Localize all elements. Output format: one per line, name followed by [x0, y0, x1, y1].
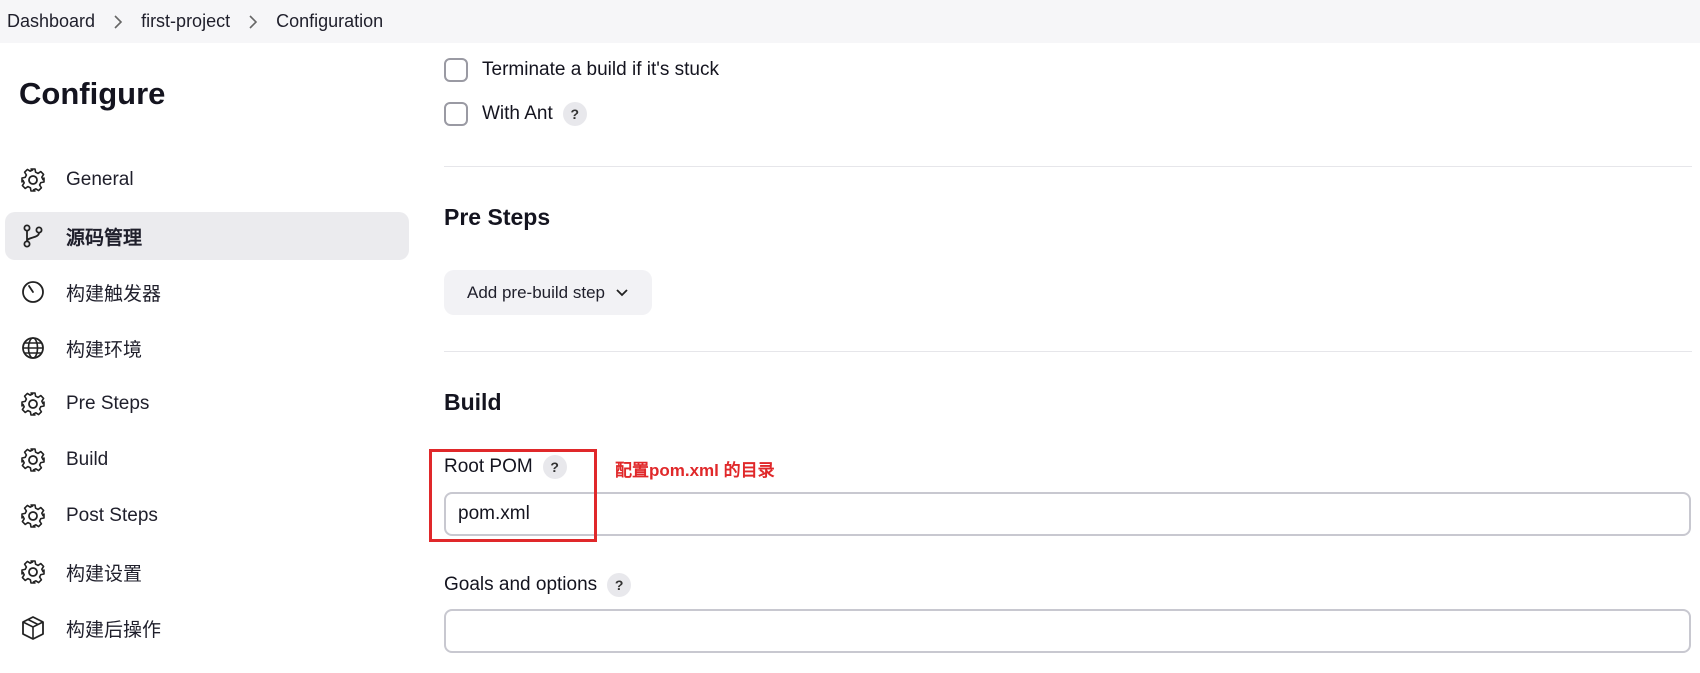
- sidebar-item-label: Build: [66, 449, 109, 470]
- sidebar-item-post-build-actions[interactable]: 构建后操作: [5, 604, 409, 652]
- with-ant-option: With Ant ?: [444, 102, 587, 126]
- sidebar-item-build-settings[interactable]: 构建设置: [5, 548, 409, 596]
- annotation-highlight-box: [429, 449, 597, 542]
- terminate-stuck-label: Terminate a build if it's stuck: [482, 59, 719, 80]
- breadcrumb-dashboard[interactable]: Dashboard: [7, 11, 95, 32]
- sidebar-item-pre-steps[interactable]: Pre Steps: [5, 380, 409, 428]
- timer-icon: [19, 278, 47, 306]
- divider: [444, 351, 1692, 352]
- sidebar-item-build-triggers[interactable]: 构建触发器: [5, 268, 409, 316]
- sidebar-item-label: 构建环境: [66, 339, 143, 361]
- with-ant-checkbox[interactable]: [444, 102, 468, 126]
- chevron-right-icon: [113, 14, 123, 30]
- goals-input[interactable]: [444, 609, 1691, 653]
- sidebar-item-build-environment[interactable]: 构建环境: [5, 324, 409, 372]
- globe-icon: [19, 334, 47, 362]
- help-icon[interactable]: ?: [607, 573, 632, 597]
- sidebar-item-post-steps[interactable]: Post Steps: [5, 492, 409, 540]
- sidebar-item-label: 构建后操作: [66, 619, 162, 641]
- goals-field-label: Goals and options ?: [444, 573, 632, 597]
- pre-steps-title: Pre Steps: [444, 204, 551, 230]
- sidebar-item-label: 构建触发器: [66, 283, 162, 305]
- package-icon: [19, 614, 47, 642]
- sidebar-item-general[interactable]: General: [5, 156, 409, 204]
- sidebar-item-label: General: [66, 169, 134, 190]
- help-icon[interactable]: ?: [562, 102, 587, 126]
- breadcrumb-project[interactable]: first-project: [141, 11, 230, 32]
- sidebar: General 源码管理 构建触发器 构建环境 Pre Steps Build: [5, 156, 409, 660]
- chevron-right-icon: [248, 14, 258, 30]
- gear-icon: [19, 446, 47, 474]
- build-title: Build: [444, 389, 502, 415]
- gear-icon: [19, 558, 47, 586]
- with-ant-label: With Ant: [482, 103, 553, 124]
- terminate-stuck-option: Terminate a build if it's stuck: [444, 58, 719, 82]
- root-pom-input[interactable]: [444, 492, 1691, 536]
- git-branch-icon: [19, 222, 47, 250]
- breadcrumb: Dashboard first-project Configuration: [0, 0, 1700, 43]
- gear-icon: [19, 166, 47, 194]
- sidebar-item-build[interactable]: Build: [5, 436, 409, 484]
- add-pre-build-step-button[interactable]: Add pre-build step: [444, 270, 652, 315]
- sidebar-item-source-control[interactable]: 源码管理: [5, 212, 409, 260]
- breadcrumb-configuration[interactable]: Configuration: [276, 11, 383, 32]
- sidebar-item-label: Post Steps: [66, 505, 158, 526]
- goals-label: Goals and options: [444, 574, 598, 595]
- sidebar-item-label: Pre Steps: [66, 393, 150, 414]
- annotation-text: 配置pom.xml 的目录: [615, 461, 775, 480]
- gear-icon: [19, 390, 47, 418]
- add-pre-build-step-label: Add pre-build step: [467, 282, 605, 302]
- sidebar-item-label: 源码管理: [66, 227, 143, 249]
- sidebar-item-label: 构建设置: [66, 563, 143, 585]
- terminate-stuck-checkbox[interactable]: [444, 58, 468, 82]
- chevron-down-icon: [615, 288, 629, 298]
- page-title: Configure: [19, 76, 166, 111]
- divider: [444, 166, 1692, 167]
- gear-icon: [19, 502, 47, 530]
